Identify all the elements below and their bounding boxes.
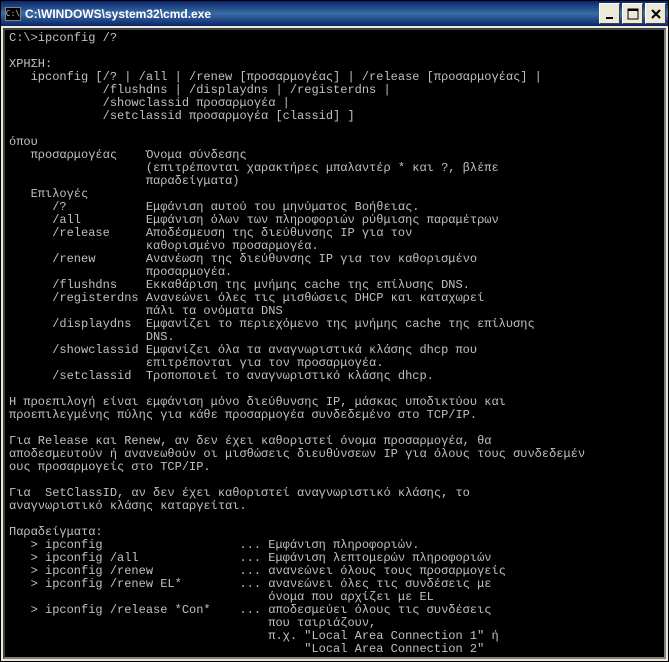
console-line: /release Αποδέσμευση της διεύθυνσης IP γ… bbox=[9, 226, 412, 240]
console-line: /displaydns Εμφανίζει το περιεχόμενο της… bbox=[9, 317, 535, 331]
console-line: π.χ. "Local Area Connection 1" ή bbox=[9, 629, 499, 643]
console-line: > ipconfig /all ... Εμφάνιση λεπτομερών … bbox=[9, 551, 491, 565]
console-line: καθορισμένο προσαρμογέα. bbox=[9, 239, 319, 253]
window-title: C:\WINDOWS\system32\cmd.exe bbox=[25, 7, 599, 21]
console-line: πάλι τα ονόματα DNS bbox=[9, 304, 283, 318]
console-line: αποδεσμευτούν ή ανανεωθούν οι μισθώσεις … bbox=[9, 447, 585, 461]
cmd-icon: C:\ bbox=[5, 7, 21, 21]
console-line: > ipconfig /renew EL* ... ανανεώνει όλες… bbox=[9, 577, 491, 591]
console-line: "Local Area Connection 2" bbox=[9, 642, 484, 656]
titlebar[interactable]: C:\ C:\WINDOWS\system32\cmd.exe bbox=[1, 1, 668, 26]
minimize-button[interactable] bbox=[599, 3, 620, 24]
cmd-window: C:\ C:\WINDOWS\system32\cmd.exe C:\>ipco… bbox=[0, 0, 669, 662]
console-line: ΧΡΗΣΗ: bbox=[9, 57, 52, 71]
console-line: προσαρμογέας Όνομα σύνδεσης bbox=[9, 148, 247, 162]
console-line: αναγνωριστικό κλάσης καταργείται. bbox=[9, 499, 247, 513]
console-line: Για Release και Renew, αν δεν έχει καθορ… bbox=[9, 434, 491, 448]
maximize-button[interactable] bbox=[622, 3, 643, 24]
console-line: όπου bbox=[9, 135, 38, 149]
window-controls bbox=[599, 3, 666, 24]
console-line: /renew Ανανέωση της διεύθυνσης IP για το… bbox=[9, 252, 477, 266]
console-line: Επιλογές bbox=[9, 187, 88, 201]
console-line: > ipconfig ... Εμφάνιση πληροφοριών. bbox=[9, 538, 419, 552]
console-line: C:\>ipconfig /? bbox=[9, 31, 117, 45]
console-line: /setclassid προσαρμογέα [classid] ] bbox=[9, 109, 355, 123]
console-line: /flushdns | /displaydns | /registerdns | bbox=[9, 83, 391, 97]
console-line: Για SetClassID, αν δεν έχει καθοριστεί α… bbox=[9, 486, 470, 500]
console-output[interactable]: C:\>ipconfig /? ΧΡΗΣΗ: ipconfig [/? | /a… bbox=[3, 28, 666, 659]
console-line: /registerdns Ανανεώνει όλες τις μισθώσει… bbox=[9, 291, 484, 305]
console-line: > ipconfig /release *Con* ... αποδεσμεύε… bbox=[9, 603, 491, 617]
console-line: /setclassid Τροποποιεί το αναγνωριστικό … bbox=[9, 369, 434, 383]
console-line: > ipconfig /renew ... ανανεώνει όλους το… bbox=[9, 564, 506, 578]
console-line: προσαρμογέα. bbox=[9, 265, 232, 279]
console-line: /all Εμφάνιση όλων των πληροφοριών ρύθμι… bbox=[9, 213, 499, 227]
console-line: /flushdns Εκκαθάριση της μνήμης cache τη… bbox=[9, 278, 470, 292]
console-line: /? Εμφάνιση αυτού του μηνύματος Βοήθειας… bbox=[9, 200, 419, 214]
console-line: παραδείγματα) bbox=[9, 174, 239, 188]
console-line: προεπιλεγμένης πύλης για κάθε προσαρμογέ… bbox=[9, 408, 477, 422]
console-line: όνομα που αρχίζει με EL bbox=[9, 590, 434, 604]
console-line: Η προεπιλογή είναι εμφάνιση μόνο διεύθυν… bbox=[9, 395, 506, 409]
console-line: /showclassid Εμφανίζει όλα τα αναγνωριστ… bbox=[9, 343, 477, 357]
console-line: επιτρέπονται για τον προσαρμογέα. bbox=[9, 356, 383, 370]
console-line: DNS. bbox=[9, 330, 175, 344]
console-line: ους προσαρμογείς στο TCP/IP. bbox=[9, 460, 211, 474]
console-line: που ταιριάζουν, bbox=[9, 616, 376, 630]
console-line: (επιτρέπονται χαρακτήρες μπαλαντέρ * και… bbox=[9, 161, 499, 175]
close-button[interactable] bbox=[645, 3, 666, 24]
console-line: ipconfig [/? | /all | /renew [προσαρμογέ… bbox=[9, 70, 542, 84]
console-line: /showclassid προσαρμογέα | bbox=[9, 96, 290, 110]
console-line: Παραδείγματα: bbox=[9, 525, 103, 539]
